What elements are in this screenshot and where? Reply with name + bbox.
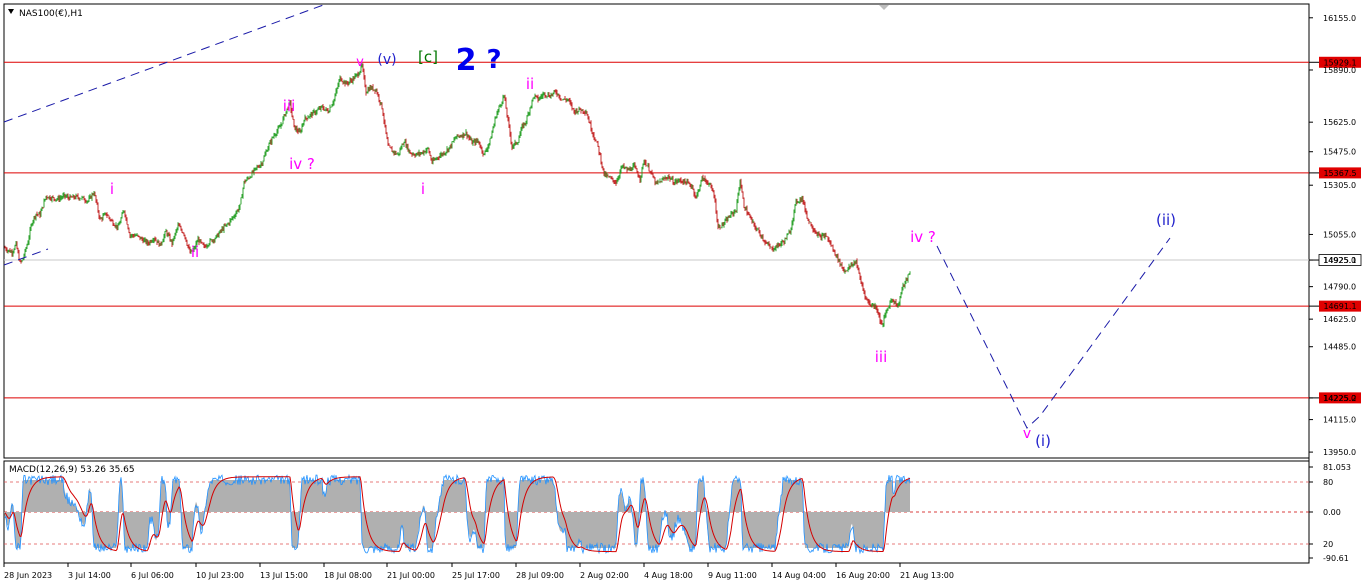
wave-label: iii [875,348,888,366]
wave-label: v [1023,426,1031,442]
chart-title: NAS100(€),H1 [19,9,83,19]
price-tick-label: 14485.0 [1323,343,1356,352]
time-tick-label: 4 Aug 18:00 [644,571,693,580]
wave-label: iii [283,97,296,115]
time-tick-label: 9 Aug 11:00 [708,571,757,580]
wave-label: i [110,180,114,198]
time-tick-label: 28 Jul 09:00 [516,571,564,580]
time-tick-label: 25 Jul 17:00 [452,571,500,580]
macd-tick-label: 81.053 [1323,463,1351,472]
price-tick-label: 15890.0 [1323,66,1356,75]
macd-tick-label: 0.00 [1323,508,1341,517]
wave-label: [c] [418,48,438,66]
time-tick-label: 14 Aug 04:00 [772,571,826,580]
time-tick-label: 21 Aug 13:00 [900,571,954,580]
macd-tick-label: -90.61 [1323,554,1349,563]
wave-label: iv ? [289,155,315,173]
price-tick-label: 16155.0 [1323,14,1356,23]
price-tick-label: 14625.0 [1323,315,1356,324]
chart-background [0,0,1366,588]
time-tick-label: 10 Jul 23:00 [196,571,244,580]
time-tick-label: 18 Jul 08:00 [324,571,372,580]
wave-label: i [421,180,425,198]
time-tick-label: 28 Jun 2023 [4,571,52,580]
wave-label: ? [486,45,501,75]
wave-label: (ii) [1156,211,1176,229]
macd-title: MACD(12,26,9) 53.26 35.65 [9,465,135,475]
wave-label: ii [191,243,199,261]
time-tick-label: 3 Jul 14:00 [68,571,111,580]
price-tick-label: 14790.0 [1323,283,1356,292]
level-price-label: 14691.1 [1323,302,1356,311]
wave-label: ii [526,75,534,93]
level-price-label: 15367.5 [1323,169,1356,178]
price-tick-label: 13950.0 [1323,448,1356,457]
price-tick-label: 15475.0 [1323,148,1356,157]
price-tick-label: 14115.0 [1323,416,1356,425]
price-tick-label: 15625.0 [1323,118,1356,127]
time-tick-label: 13 Jul 15:00 [260,571,308,580]
wave-label: (i) [1035,432,1051,450]
time-tick-label: 6 Jul 06:00 [131,571,174,580]
wave-label: v [356,55,364,70]
macd-tick-label: 20 [1323,540,1333,549]
price-tick-label: 14925.0 [1323,256,1356,265]
time-tick-label: 2 Aug 02:00 [580,571,629,580]
price-tick-label: 14225.0 [1323,394,1356,403]
wave-label: iv ? [910,228,936,246]
macd-tick-label: 80 [1323,478,1333,487]
price-tick-label: 15305.0 [1323,181,1356,190]
time-tick-label: 21 Jul 00:00 [387,571,435,580]
price-chart: 15929.115367.514925.114691.114225.2 v (v)… [0,0,1366,588]
price-tick-label: 15055.0 [1323,230,1356,239]
wave-label: 2 [456,43,477,78]
wave-label: (v) [377,52,396,68]
time-tick-label: 16 Aug 20:00 [836,571,890,580]
